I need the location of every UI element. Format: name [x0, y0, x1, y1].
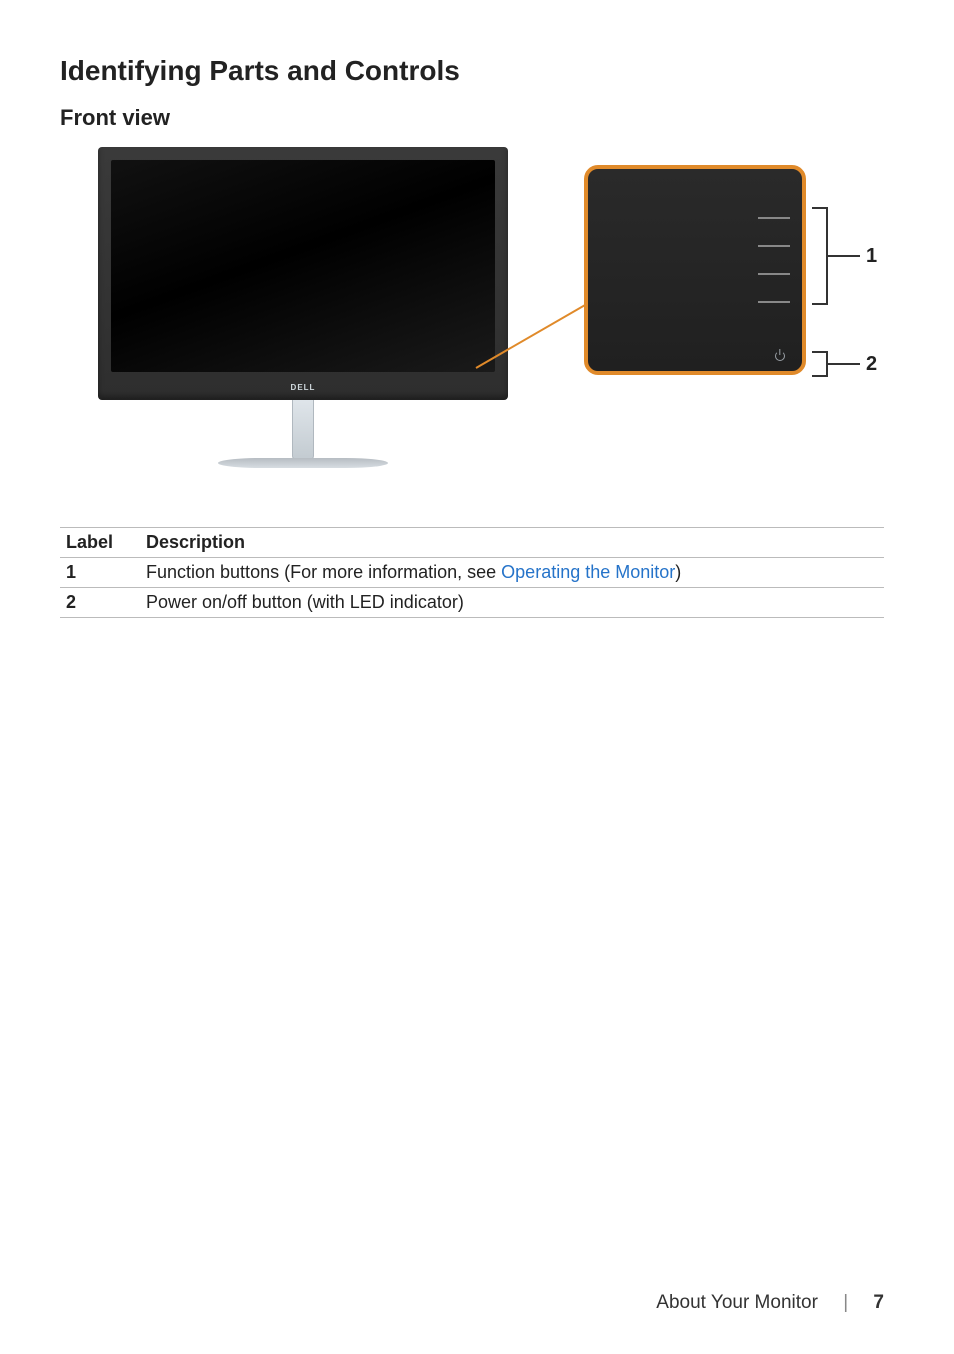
table-row: 1 Function buttons (For more information…: [60, 558, 884, 588]
callout-stem-1: [828, 255, 860, 257]
monitor-base: [218, 458, 388, 468]
function-button-mark: [758, 217, 790, 219]
subsection-heading: Front view: [60, 105, 884, 131]
page-footer: About Your Monitor | 7: [60, 1292, 884, 1314]
function-button-mark: [758, 245, 790, 247]
monitor-neck: [292, 400, 314, 460]
table-header-label: Label: [60, 528, 140, 558]
footer-chapter: About Your Monitor: [656, 1292, 818, 1313]
function-button-mark: [758, 273, 790, 275]
table-header-description: Description: [140, 528, 884, 558]
cross-reference-link[interactable]: Operating the Monitor: [501, 562, 675, 582]
callout-stem-2: [828, 363, 860, 365]
callout-bracket-1: [814, 207, 828, 305]
parts-table: Label Description 1 Function buttons (Fo…: [60, 527, 884, 618]
monitor-brand-label: DELL: [98, 383, 508, 392]
callout-bracket-2: [814, 351, 828, 377]
desc-text: ): [675, 562, 681, 582]
table-cell-description: Function buttons (For more information, …: [140, 558, 884, 588]
section-heading: Identifying Parts and Controls: [60, 55, 884, 87]
footer-separator: |: [843, 1292, 848, 1313]
footer-page-number: 7: [873, 1292, 884, 1313]
callout-label-1: 1: [866, 245, 877, 268]
desc-text: Function buttons (For more information, …: [146, 562, 501, 582]
callout-label-2: 2: [866, 353, 877, 376]
power-icon: [775, 351, 785, 361]
monitor-screen: [111, 160, 495, 372]
table-cell-label: 1: [60, 558, 140, 588]
front-view-figure: DELL 1 2: [98, 147, 884, 497]
table-cell-description: Power on/off button (with LED indicator): [140, 588, 884, 618]
table-cell-label: 2: [60, 588, 140, 618]
monitor-graphic: DELL: [98, 147, 508, 468]
function-button-mark: [758, 301, 790, 303]
table-row: 2 Power on/off button (with LED indicato…: [60, 588, 884, 618]
monitor-detail-panel: [584, 165, 806, 375]
